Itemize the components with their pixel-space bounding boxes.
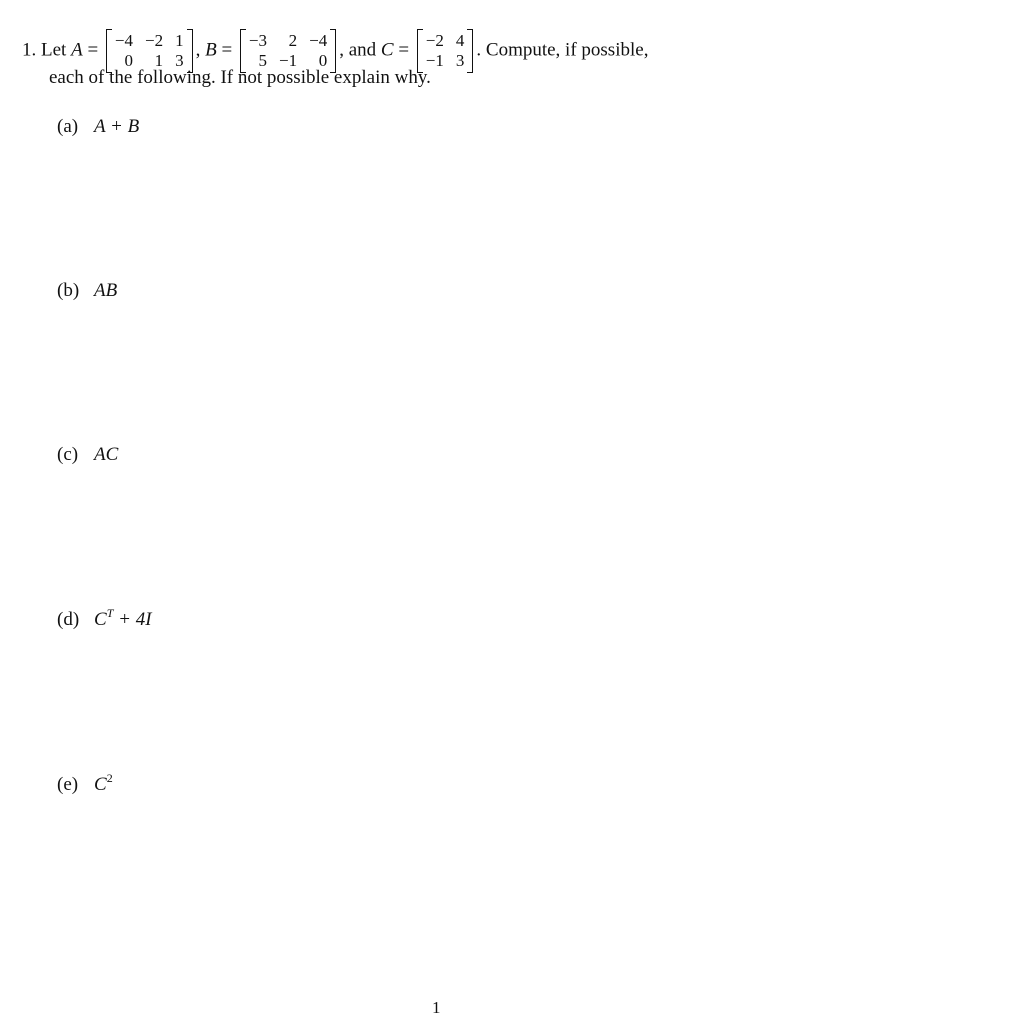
problem-continuation: each of the following. If not possible e… xyxy=(49,67,431,88)
part-label: (d) xyxy=(57,609,80,630)
page-number: 1 xyxy=(432,998,441,1017)
matrix-a-cell: −2 xyxy=(145,31,164,50)
matrix-a: −4 −2 1 0 1 3 xyxy=(105,29,193,73)
and-text: , and xyxy=(339,39,377,61)
matrix-c: −2 4 −1 3 xyxy=(416,29,474,73)
part-expression: A + B xyxy=(94,116,140,137)
matrix-a-cell: −4 xyxy=(114,31,133,50)
equals-sign: = xyxy=(221,39,233,61)
part-b: (b) AB xyxy=(57,280,117,302)
part-c: (c) AC xyxy=(57,444,118,466)
matrix-b-name: B xyxy=(205,39,217,61)
part-a: (a) A + B xyxy=(57,116,139,138)
part-e: (e) C2 xyxy=(57,771,113,796)
part-superscript: 2 xyxy=(106,771,113,785)
intro-text: Let xyxy=(41,39,67,61)
matrix-c-name: C xyxy=(380,39,394,61)
part-label: (c) xyxy=(57,444,79,465)
matrix-a-name: A xyxy=(71,39,83,61)
matrix-c-cell: −2 xyxy=(425,31,444,50)
part-expression: AC xyxy=(94,444,119,465)
matrix-a-cell: 1 xyxy=(175,31,184,50)
equals-sign: = xyxy=(398,39,410,61)
matrix-b: −3 2 −4 5 −1 0 xyxy=(239,29,337,73)
problem-statement: 1. Let A = −4 −2 1 0 1 3 , B = −3 2 −4 5… xyxy=(22,29,649,73)
matrix-b-cell: −3 xyxy=(248,31,268,50)
part-expression: C xyxy=(94,609,107,630)
part-expression-tail: + 4I xyxy=(113,609,152,630)
matrix-b-cell: 2 xyxy=(288,31,298,50)
part-expression: AB xyxy=(94,280,118,301)
matrix-c-cell: 3 xyxy=(455,51,465,70)
comma: , xyxy=(195,39,201,61)
part-d: (d) CT + 4I xyxy=(57,607,152,631)
matrix-b-cell: −4 xyxy=(309,31,328,50)
instruction-text: . Compute, if possible, xyxy=(476,39,649,61)
equals-sign: = xyxy=(87,39,99,61)
part-label: (b) xyxy=(57,280,80,301)
matrix-c-cell: 4 xyxy=(455,31,465,50)
part-expression: C xyxy=(94,774,107,795)
problem-number: 1. xyxy=(22,39,37,61)
part-label: (a) xyxy=(57,116,79,137)
part-label: (e) xyxy=(57,774,79,795)
